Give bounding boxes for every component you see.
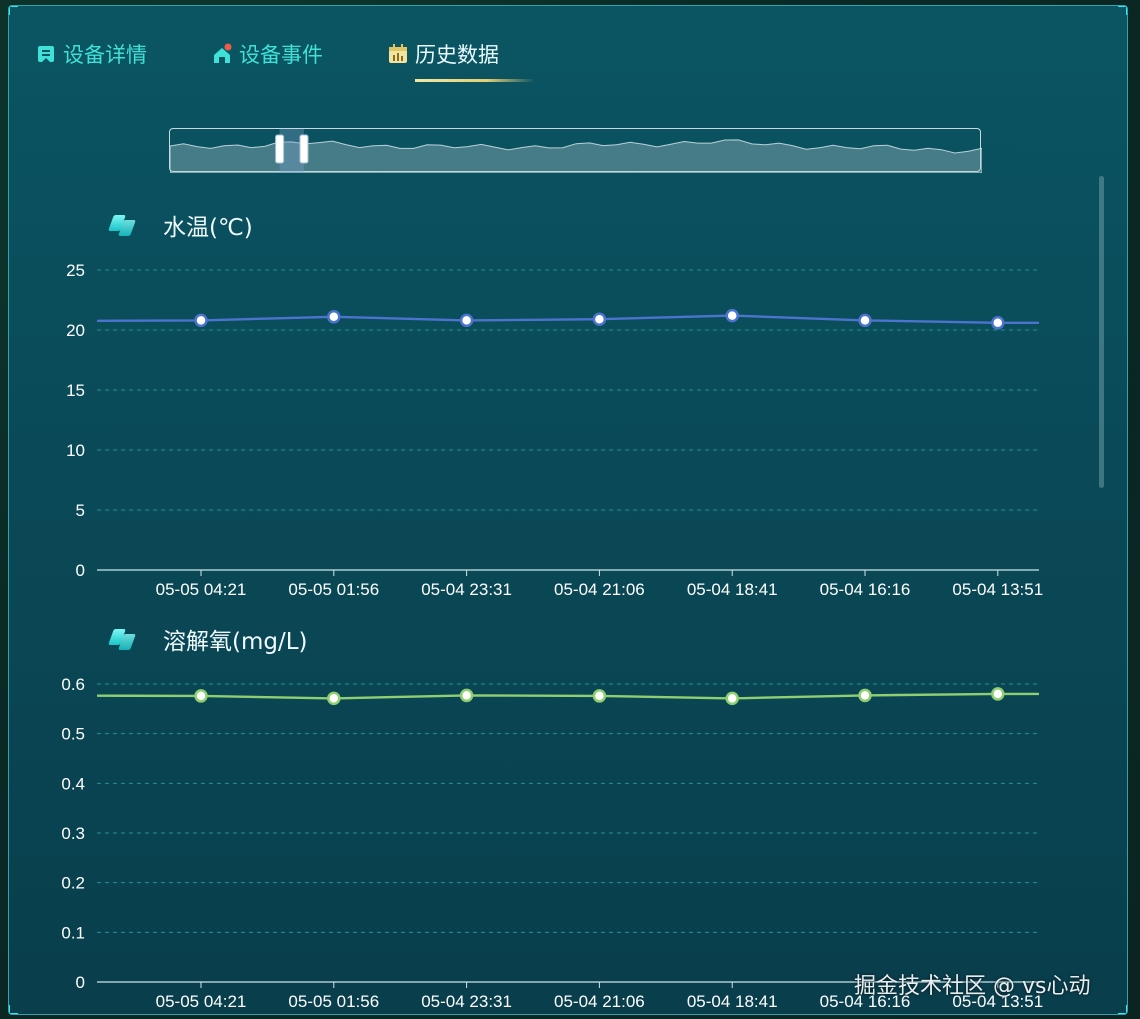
y-tick-label: 10 [66,441,85,460]
data-point [725,691,739,706]
x-tick-label: 05-04 21:06 [554,992,645,1011]
x-tick-label: 05-04 23:31 [421,580,512,599]
chart-title: 溶解氧(mg/L) [108,622,308,656]
data-zoom-slider[interactable] [169,128,982,173]
panel-corner [9,6,18,15]
tab-bar: 设备详情 设备事件 历史数据 [9,34,1127,84]
chart-title-icon [108,213,137,237]
watermark: 掘金技术社区 @ vs心动 [854,974,1091,999]
tab-label: 设备详情 [63,43,147,67]
water-temp-plot: 0 5 10 15 20 25 05-05 04:21 05-05 01:56 05-04 23… [66,261,1043,599]
tab-device-events[interactable]: 设备事件 [211,34,323,74]
y-tick-label: 15 [66,381,85,400]
data-point [327,691,341,706]
zoom-handle-end [299,134,309,164]
data-point [327,310,341,324]
y-tick-label: 0.3 [61,824,85,843]
detail-icon [35,43,57,65]
y-tick-label: 0 [76,561,85,580]
y-tick-label: 0.5 [61,725,85,744]
event-icon [211,43,233,65]
y-tick-label: 0.1 [61,923,85,942]
y-tick-label: 0.2 [61,874,85,893]
x-tick-label: 05-04 18:41 [687,580,778,599]
panel-corner [1118,6,1127,15]
zoom-overview [170,129,982,173]
x-tick-label: 05-04 18:41 [687,992,778,1011]
data-point [991,316,1005,330]
data-point [194,313,208,328]
series-line [96,692,1039,700]
y-tick-label: 0 [76,973,85,992]
x-tick-label: 05-05 04:21 [156,580,247,599]
data-point [858,688,872,703]
history-panel: 设备详情 设备事件 历史数据 水温(℃) 0 5 10 15 20 25 05-05 04:… [8,5,1128,1015]
x-tick-label: 05-04 13:51 [952,580,1043,599]
chart-title-text: 水温(℃) [163,215,253,241]
data-point [858,313,872,328]
x-tick-label: 05-05 01:56 [288,580,379,599]
series-line [96,314,1039,324]
x-tick-label: 05-05 04:21 [156,992,247,1011]
data-point [459,688,474,703]
data-point [725,308,739,323]
panel-corner [1118,1005,1127,1014]
data-point [592,689,607,703]
tab-device-detail[interactable]: 设备详情 [35,34,147,74]
active-tab-underline [415,79,535,82]
chart-title: 水温(℃) [108,208,253,242]
zoom-handle-start [275,134,285,164]
chart-title-text: 溶解氧(mg/L) [163,629,308,655]
data-point [991,687,1005,701]
water-temp-chart: 水温(℃) 0 5 10 15 20 25 05-05 04:21 05-05 01:56 05… [9,204,1069,604]
tab-label: 设备事件 [239,43,323,67]
data-point [194,689,208,703]
y-tick-label: 25 [66,261,85,280]
y-tick-label: 0.6 [61,675,85,694]
y-tick-label: 5 [76,501,85,520]
data-point [459,313,474,328]
data-point [592,312,607,326]
x-tick-label: 05-04 16:16 [820,580,911,599]
chart-title-icon [108,627,137,651]
tab-history-data[interactable]: 历史数据 [387,34,499,74]
scrollbar[interactable] [1099,176,1104,488]
x-tick-label: 05-05 01:56 [288,992,379,1011]
x-tick-label: 05-04 23:31 [421,992,512,1011]
history-icon [387,43,409,65]
dissolved-oxygen-chart: 溶解氧(mg/L) 0 0.1 0.2 0.3 0.4 0.5 0.6 05-05 04:21… [9,616,1069,1014]
dissolved-oxygen-plot: 0 0.1 0.2 0.3 0.4 0.5 0.6 05-05 04:21 05-05 01:5… [61,675,1043,1011]
y-tick-label: 20 [66,321,85,340]
y-tick-label: 0.4 [61,774,85,793]
tab-label: 历史数据 [415,43,499,67]
x-tick-label: 05-04 21:06 [554,580,645,599]
